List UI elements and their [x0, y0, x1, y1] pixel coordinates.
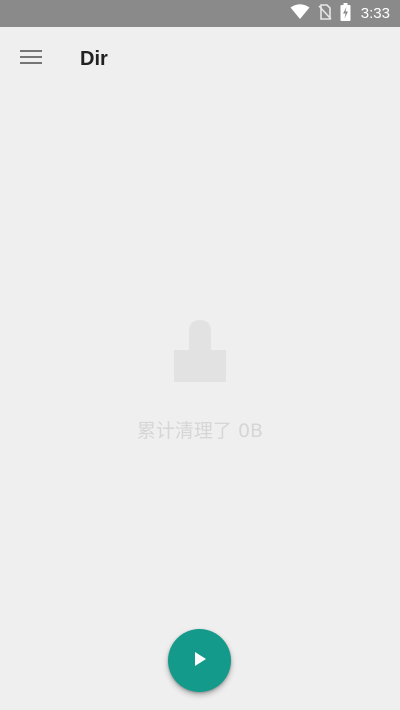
no-sim-icon: [318, 3, 332, 24]
status-icons: 3:33: [290, 0, 390, 27]
cleaned-total-text: 累计清理了 0B: [136, 420, 264, 442]
battery-charging-icon: [340, 2, 351, 25]
status-bar: 3:33: [0, 0, 400, 27]
menu-icon: [20, 49, 42, 69]
app-bar: Dir: [0, 27, 400, 91]
play-icon: [193, 651, 207, 671]
page-title: Dir: [80, 48, 108, 70]
app-screen: 3:33 Dir 累计清理了 0B: [0, 0, 400, 710]
start-clean-button[interactable]: [168, 629, 231, 692]
wifi-icon: [290, 3, 310, 24]
status-time: 3:33: [360, 5, 390, 22]
broom-icon: [174, 320, 226, 382]
menu-button[interactable]: [11, 39, 51, 79]
